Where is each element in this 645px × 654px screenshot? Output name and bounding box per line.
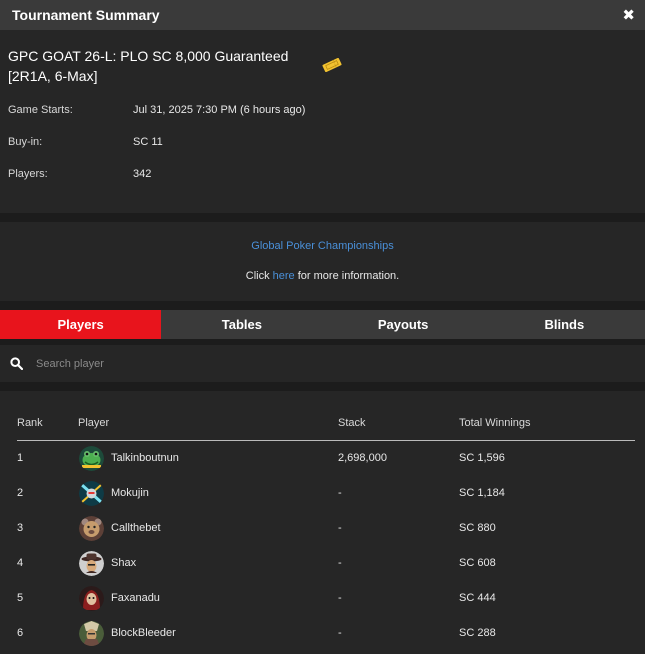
organizer-link[interactable]: Global Poker Championships [0, 240, 645, 252]
players-label: Players: [8, 168, 48, 180]
more-info-line: Click here for more information. [0, 270, 645, 282]
game-starts-label: Game Starts: [8, 104, 73, 116]
search-bar [0, 345, 645, 382]
bear-avatar [79, 516, 104, 541]
hooded-avatar [79, 586, 104, 611]
warrior-avatar [79, 621, 104, 646]
more-info-suffix: for more information. [297, 270, 400, 282]
table-row[interactable]: 4 Shax - SC 608 [17, 546, 635, 581]
row-winnings: SC 608 [459, 557, 496, 569]
row-rank: 5 [17, 592, 24, 604]
players-table: Rank Player Stack Total Winnings 1 Talki… [0, 391, 645, 654]
ticket-icon [322, 58, 342, 72]
row-player: Shax [111, 557, 137, 569]
more-info-link[interactable]: here [273, 270, 295, 282]
row-stack: - [338, 487, 342, 499]
robot-avatar [79, 481, 104, 506]
row-player: BlockBleeder [111, 627, 176, 639]
row-stack: - [338, 592, 342, 604]
row-rank: 6 [17, 627, 24, 639]
tournament-info-panel: GPC GOAT 26-L: PLO SC 8,000 Guaranteed [… [0, 30, 645, 213]
row-rank: 1 [17, 452, 24, 464]
window-title: Tournament Summary [12, 7, 160, 23]
search-icon [10, 357, 23, 370]
row-winnings: SC 444 [459, 592, 496, 604]
row-stack: - [338, 627, 342, 639]
title-bar: Tournament Summary ✖ [0, 0, 645, 30]
row-player: Faxanadu [111, 592, 160, 604]
game-starts-value: Jul 31, 2025 7:30 PM (6 hours ago) [133, 104, 306, 116]
tab-payouts[interactable]: Payouts [323, 310, 484, 339]
row-winnings: SC 880 [459, 522, 496, 534]
table-row[interactable]: 2 Mokujin - SC 1,184 [17, 476, 635, 511]
tournament-name: GPC GOAT 26-L: PLO SC 8,000 Guaranteed [… [8, 48, 289, 84]
buy-in-value: SC 11 [133, 136, 163, 148]
tab-players[interactable]: Players [0, 310, 162, 339]
tab-bar: Players Tables Payouts Blinds [0, 310, 645, 339]
header-rank: Rank [17, 417, 43, 429]
cowboy-avatar [79, 551, 104, 576]
close-icon[interactable]: ✖ [622, 8, 635, 23]
frog-avatar [79, 446, 104, 471]
row-winnings: SC 1,596 [459, 452, 505, 464]
row-rank: 3 [17, 522, 24, 534]
search-input[interactable] [36, 352, 626, 376]
table-row[interactable]: 1 Talkinboutnun 2,698,000 SC 1,596 [17, 441, 635, 476]
header-winnings: Total Winnings [459, 417, 531, 429]
row-player: Talkinboutnun [111, 452, 179, 464]
header-player: Player [78, 417, 110, 429]
buy-in-label: Buy-in: [8, 136, 43, 148]
header-stack: Stack [338, 417, 366, 429]
table-header: Rank Player Stack Total Winnings [17, 417, 635, 441]
row-stack: - [338, 557, 342, 569]
row-winnings: SC 1,184 [459, 487, 505, 499]
row-winnings: SC 288 [459, 627, 496, 639]
row-rank: 2 [17, 487, 24, 499]
table-row[interactable]: 5 Faxanadu - SC 444 [17, 581, 635, 616]
more-info-prefix: Click [245, 270, 270, 282]
table-row[interactable]: 3 Callthebet - SC 880 [17, 511, 635, 546]
row-rank: 4 [17, 557, 24, 569]
table-row[interactable]: 6 BlockBleeder - SC 288 [17, 616, 635, 651]
row-stack: - [338, 522, 342, 534]
tab-blinds[interactable]: Blinds [484, 310, 645, 339]
organizer-panel: Global Poker Championships Click here fo… [0, 222, 645, 301]
row-stack: 2,698,000 [338, 452, 387, 464]
tab-tables[interactable]: Tables [161, 310, 322, 339]
row-player: Mokujin [111, 487, 149, 499]
row-player: Callthebet [111, 522, 161, 534]
players-value: 342 [133, 168, 152, 180]
